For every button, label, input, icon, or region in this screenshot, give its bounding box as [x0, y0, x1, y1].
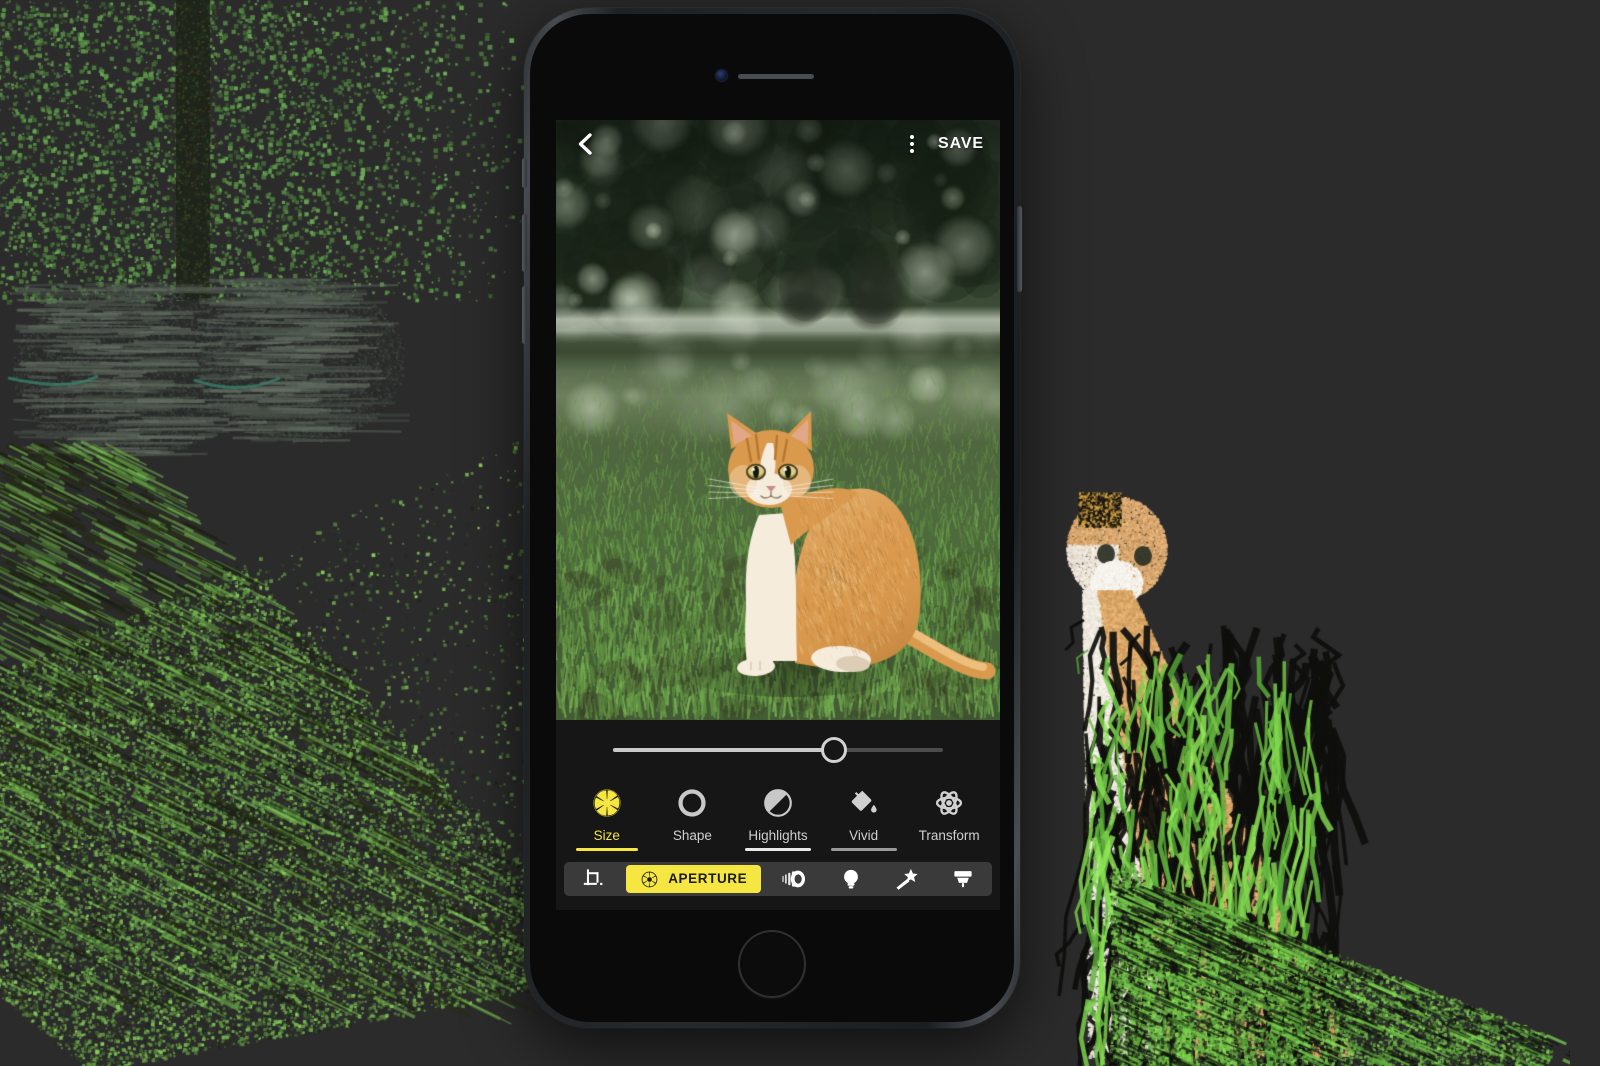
lens-blur-tool-button[interactable]: [771, 866, 817, 892]
volume-up-button[interactable]: [522, 214, 527, 272]
photo-preview[interactable]: [556, 120, 1000, 720]
circle-icon: [675, 782, 709, 824]
tab-label: Shape: [672, 828, 712, 843]
power-button[interactable]: [1017, 206, 1022, 292]
tab-underline: [744, 847, 811, 851]
home-button[interactable]: [738, 930, 806, 998]
controls-panel: Size Shape Highlights Vivid Transform AP…: [556, 720, 1000, 910]
tab-transform[interactable]: Transform: [906, 782, 992, 851]
screenshot-stage: SAVE Size Shape Highlights Vivid Transfo…: [0, 0, 1600, 1066]
aperture-icon: [641, 871, 658, 887]
aperture-tool-label: APERTURE: [668, 871, 748, 887]
half-circle-icon: [761, 782, 795, 824]
phone-bezel: SAVE Size Shape Highlights Vivid Transfo…: [530, 14, 1014, 1022]
volume-down-button[interactable]: [522, 286, 527, 344]
magic-tool-button[interactable]: [884, 866, 930, 892]
tab-highlights[interactable]: Highlights: [735, 782, 821, 851]
top-bar-actions: SAVE: [904, 132, 984, 156]
mute-switch[interactable]: [522, 158, 527, 188]
tab-underline: [830, 847, 897, 851]
overflow-menu-icon[interactable]: [904, 132, 920, 156]
crop-tool-button[interactable]: [570, 866, 616, 892]
lightbulb-icon: [843, 869, 858, 889]
slider-track[interactable]: [613, 737, 943, 763]
effect-tabs: Size Shape Highlights Vivid Transform: [556, 782, 1000, 866]
slider-thumb[interactable]: [821, 737, 848, 763]
magic-wand-icon: [896, 868, 918, 890]
tab-label: Highlights: [748, 828, 808, 843]
size-slider[interactable]: [556, 720, 1000, 782]
aperture-tool-button[interactable]: APERTURE: [626, 865, 762, 893]
iphone-device: SAVE Size Shape Highlights Vivid Transfo…: [522, 8, 1022, 1028]
point-cloud-scene-left: [0, 0, 600, 1066]
light-tool-button[interactable]: [828, 866, 874, 892]
earpiece-speaker: [738, 74, 814, 79]
aperture-icon: [590, 782, 624, 824]
tab-shape[interactable]: Shape: [650, 782, 736, 851]
chevron-left-icon[interactable]: [572, 131, 598, 157]
tab-vivid[interactable]: Vivid: [821, 782, 907, 851]
slider-fill: [613, 748, 835, 752]
tab-size[interactable]: Size: [564, 782, 650, 851]
tab-label: Transform: [918, 828, 980, 843]
tool-strip: APERTURE: [564, 862, 992, 896]
tab-underline-active: [575, 847, 638, 851]
paint-bucket-icon: [847, 782, 881, 824]
brush-icon: [954, 871, 972, 888]
front-camera: [716, 70, 727, 81]
point-cloud-scene-right: [1010, 430, 1570, 1066]
crop-icon: [583, 869, 603, 886]
app-screen: SAVE Size Shape Highlights Vivid Transfo…: [556, 120, 1000, 910]
tab-label: Size: [593, 828, 620, 843]
save-button[interactable]: SAVE: [938, 135, 984, 153]
tab-label: Vivid: [849, 828, 879, 843]
top-bar: SAVE: [556, 120, 1000, 168]
brush-tool-button[interactable]: [940, 866, 986, 892]
lens-blur-icon: [782, 870, 806, 888]
atom-icon: [932, 782, 966, 824]
